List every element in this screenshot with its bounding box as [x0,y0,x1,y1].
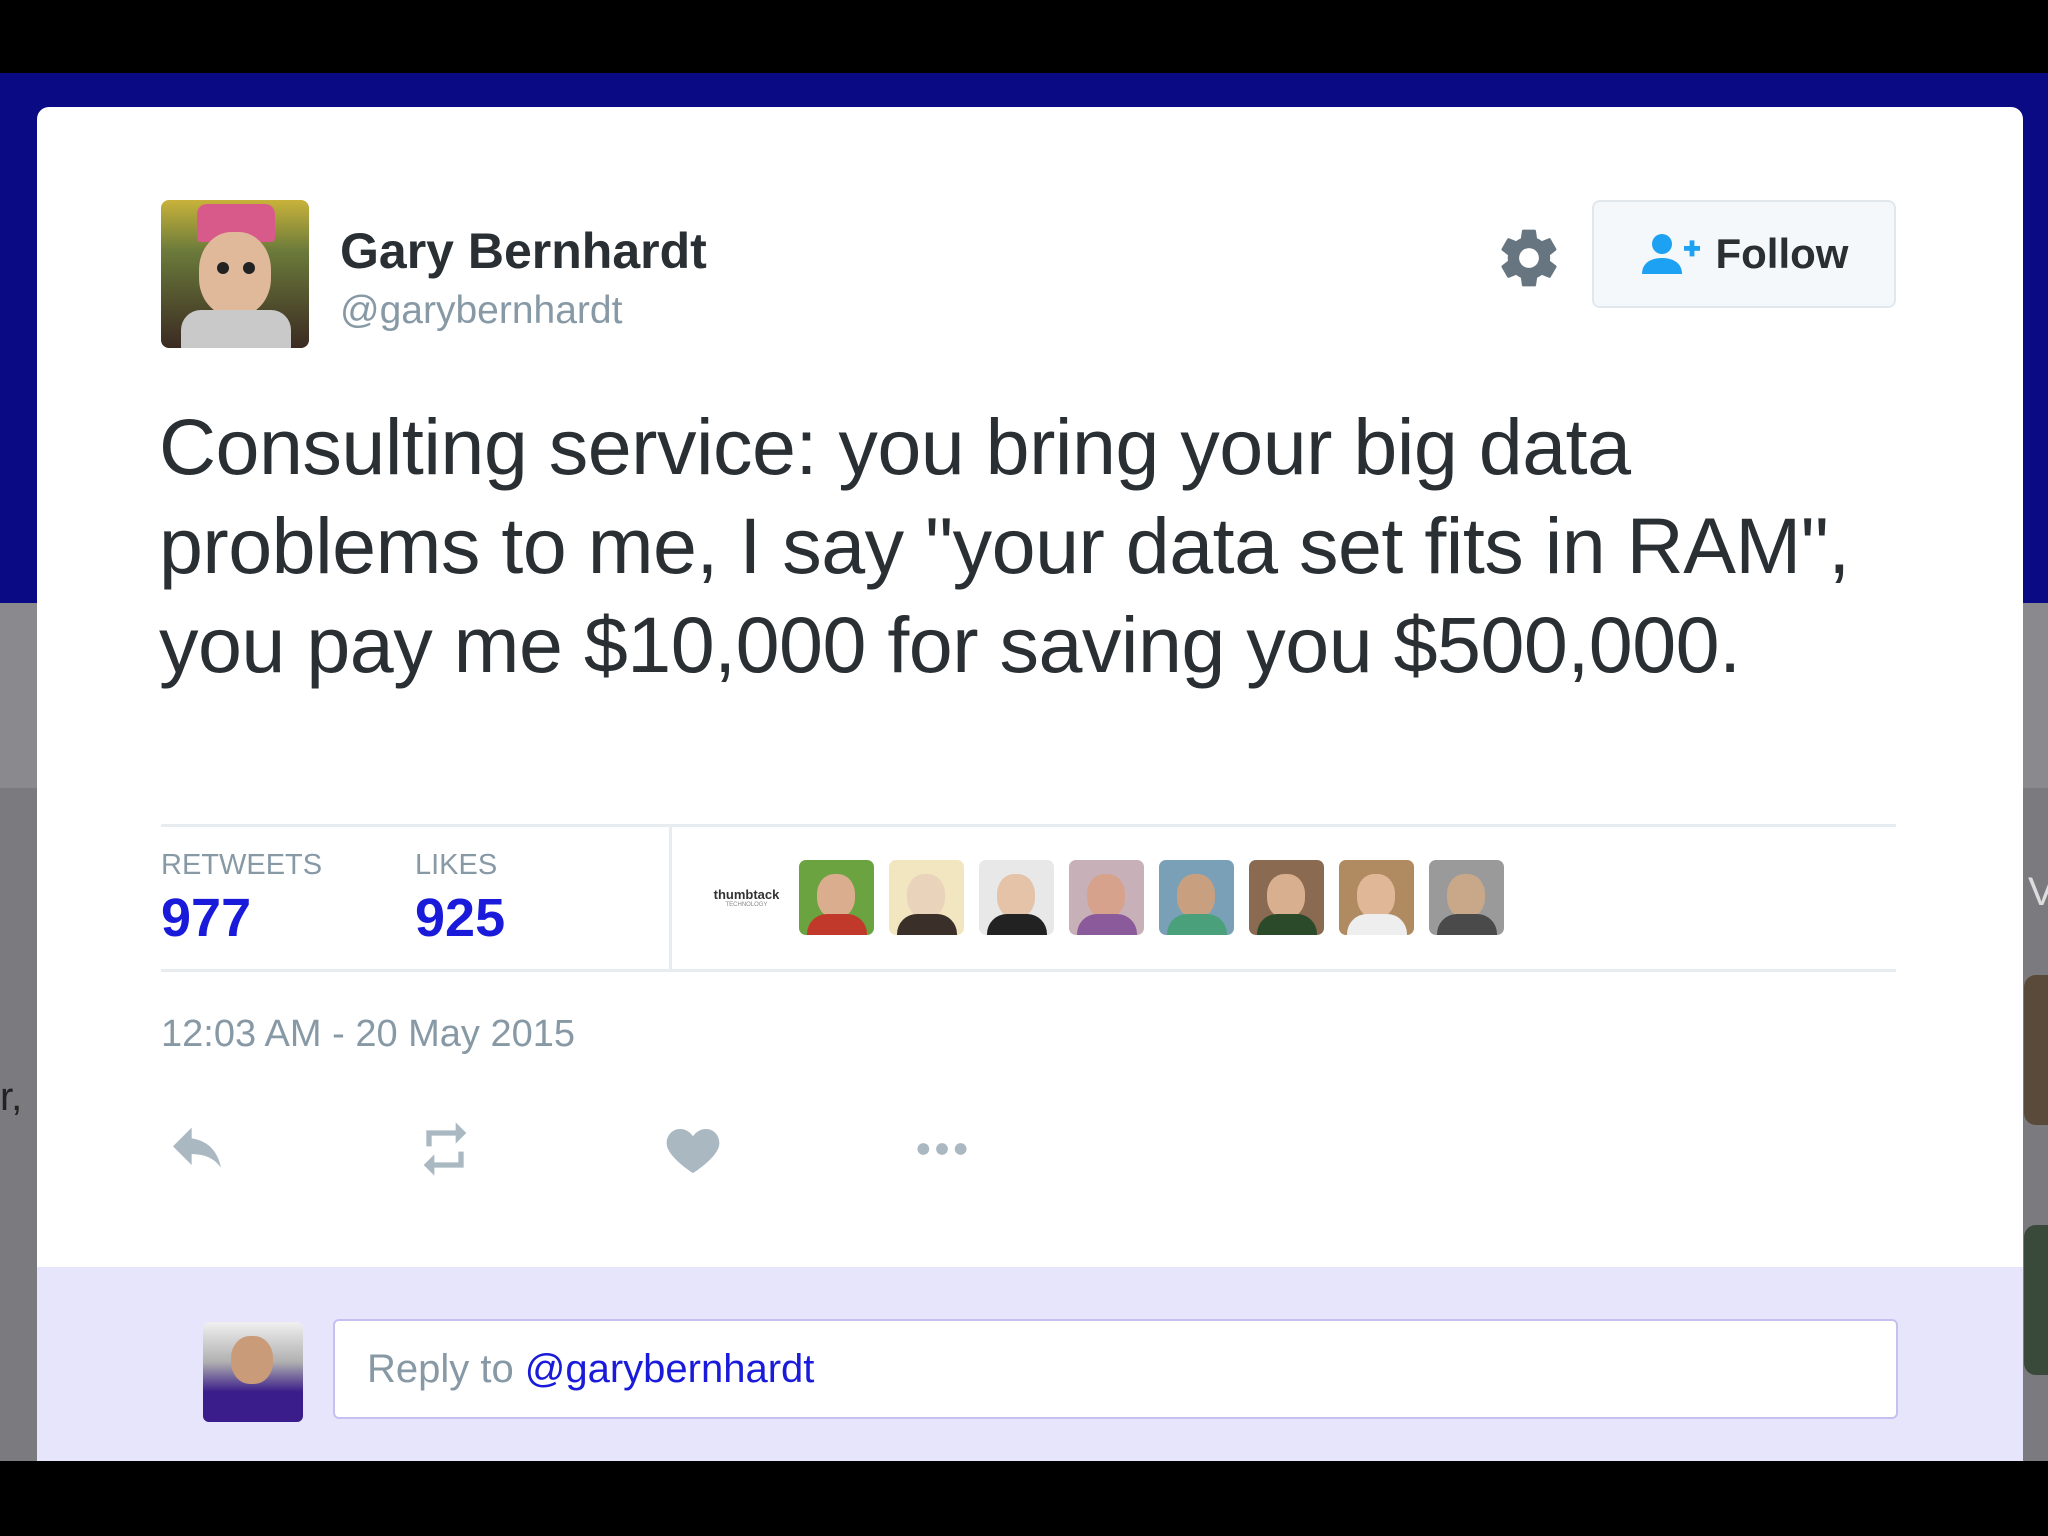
thumbtack-brand-name: thumbtack [713,887,780,902]
background-text-fragment-left: r, [0,1075,23,1119]
liker-avatar[interactable] [1249,860,1324,935]
likes-count[interactable]: 925 [415,887,505,949]
liker-avatar[interactable] [799,860,874,935]
divider [161,969,1896,972]
gear-icon[interactable] [1495,224,1563,292]
liker-avatar[interactable] [1069,860,1144,935]
liker-avatar[interactable] [1159,860,1234,935]
retweets-count[interactable]: 977 [161,887,251,949]
liker-avatar-thumbtack[interactable]: thumbtack TECHNOLOGY [709,860,784,935]
liker-avatar[interactable] [979,860,1054,935]
liker-avatars: thumbtack TECHNOLOGY [709,860,1519,935]
more-icon[interactable] [910,1117,974,1181]
author-avatar[interactable] [161,200,309,348]
liker-avatar[interactable] [1339,860,1414,935]
follow-button[interactable]: Follow [1592,200,1896,308]
liker-avatar[interactable] [889,860,964,935]
tweet-modal: Gary Bernhardt @garybernhardt Follow Con… [37,107,2023,1461]
tweet-text: Consulting service: you bring your big d… [159,402,1850,689]
reply-mention: @garybernhardt [524,1346,815,1391]
retweet-icon[interactable] [413,1117,477,1181]
tweet-timestamp[interactable]: 12:03 AM - 20 May 2015 [161,1013,575,1056]
reply-icon[interactable] [165,1117,229,1181]
likes-label: LIKES [415,849,498,881]
add-user-icon [1641,234,1700,274]
background-avatar-fragment [2024,1225,2048,1375]
background-text-fragment-right: V [2028,870,2048,914]
like-icon[interactable] [661,1117,725,1181]
reply-input[interactable]: Reply to @garybernhardt [333,1319,1898,1419]
thumbtack-brand-sub: TECHNOLOGY [725,902,768,908]
follow-label: Follow [1715,230,1849,277]
divider [161,824,1896,827]
liker-avatar[interactable] [1429,860,1504,935]
divider [669,827,672,969]
retweets-label: RETWEETS [161,849,323,881]
author-handle[interactable]: @garybernhardt [340,289,622,333]
reply-prefix: Reply to [367,1346,514,1391]
current-user-avatar [203,1322,303,1422]
background-avatar-fragment [2024,975,2048,1125]
author-name[interactable]: Gary Bernhardt [340,222,707,280]
